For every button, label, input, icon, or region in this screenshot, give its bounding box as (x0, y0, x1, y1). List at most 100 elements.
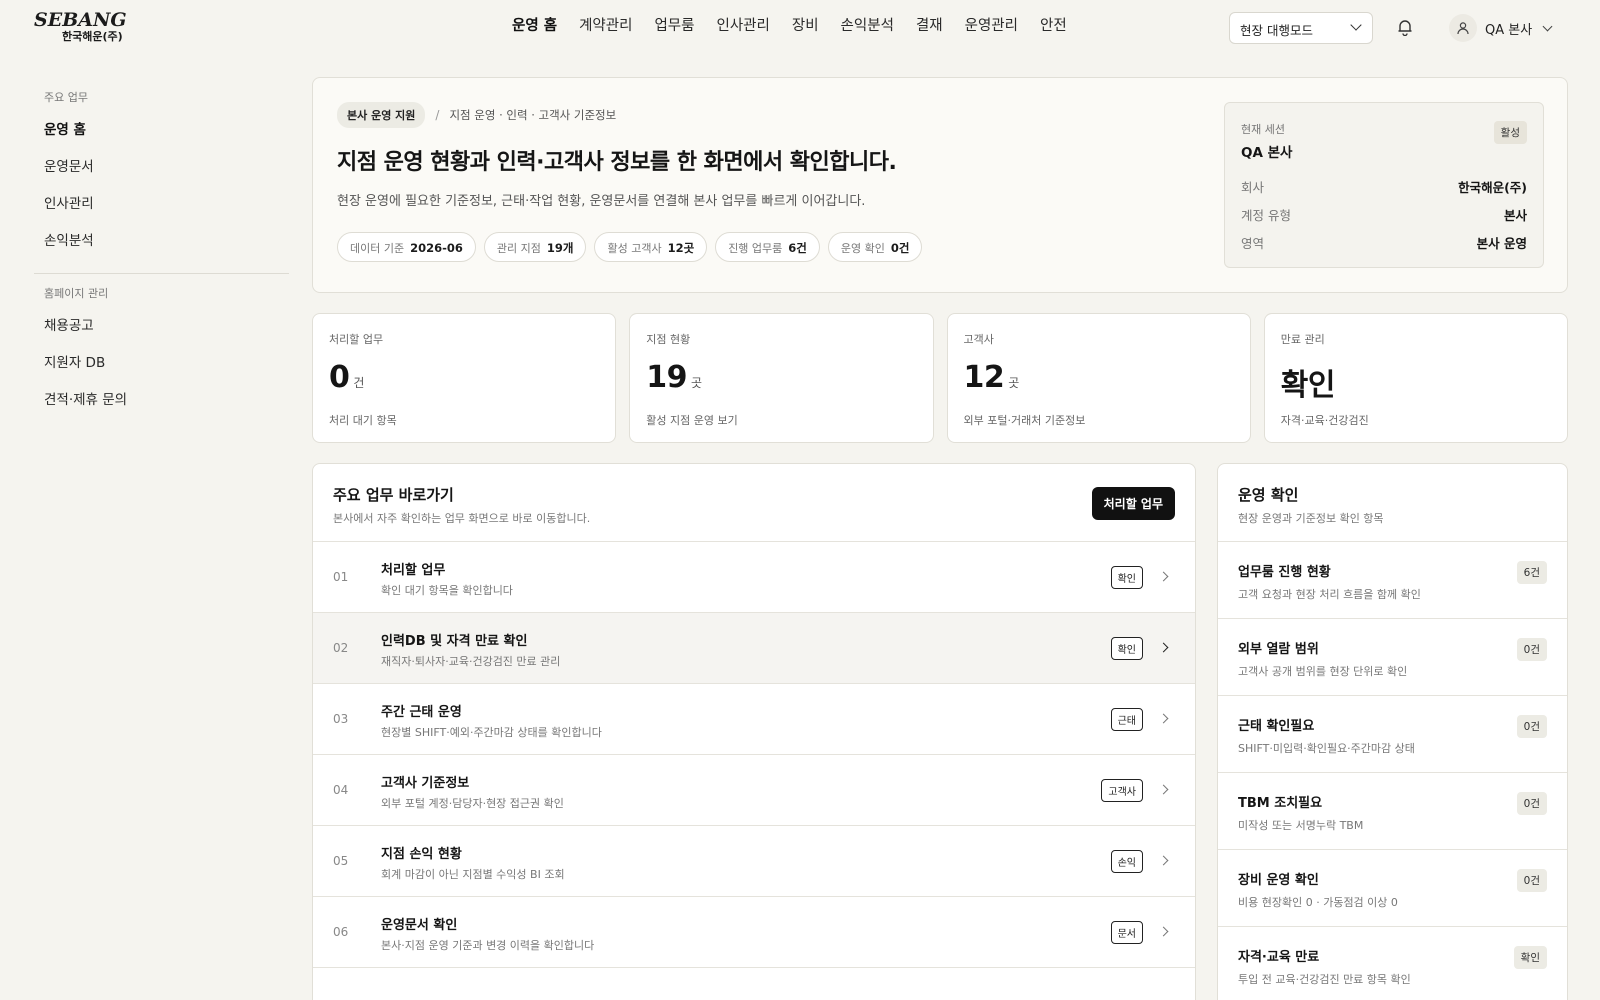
top-bar: SEBANG 한국해운(주) 운영 홈 계약관리 업무룸 인사관리 장비 손익분… (0, 0, 1600, 56)
sidebar-item-job-posts[interactable]: 채용공고 (44, 316, 289, 336)
chip-label: 활성 고객사 (607, 242, 662, 255)
stat-cards: 처리할 업무 0건 처리 대기 항목 지점 현황 19 곳 활성 지점 운영 보기… (312, 313, 1568, 443)
user-menu[interactable]: QA 본사 (1449, 14, 1553, 42)
chevron-down-icon (1542, 21, 1553, 31)
list-item[interactable]: 외부 열람 범위 고객사 공개 범위를 현장 단위로 확인 0건 (1218, 619, 1567, 696)
nav-approval[interactable]: 결재 (916, 15, 943, 37)
ops-row-subtitle: 고객사 공개 범위를 현장 단위로 확인 (1238, 665, 1408, 678)
chip-clients: 활성 고객사 12곳 (594, 232, 708, 262)
breadcrumb-path: 지점 운영 · 인력 · 고객사 기준정보 (449, 108, 617, 122)
list-item[interactable]: 03 주간 근태 운영 현장별 SHIFT·예외·주간마감 상태를 확인합니다 … (313, 684, 1195, 755)
stat-sub: 처리 대기 항목 (329, 414, 397, 427)
row-subtitle: 확인 대기 항목을 확인합니다 (381, 584, 513, 597)
mode-select[interactable]: 현장 대행모드 (1229, 12, 1373, 44)
list-item[interactable]: 02 인력DB 및 자격 만료 확인 재직자·퇴사자·교육·건강검진 만료 관리… (313, 613, 1195, 684)
shortcuts-header: 주요 업무 바로가기 본사에서 자주 확인하는 업무 화면으로 바로 이동합니다… (313, 464, 1195, 542)
row-number: 06 (333, 925, 349, 939)
nav-pnl[interactable]: 손익분석 (841, 15, 894, 37)
sidebar-item-ops-docs[interactable]: 운영문서 (44, 157, 289, 177)
list-item[interactable]: 장비 운영 확인 비용 현장확인 0 · 가동점검 이상 0 0건 (1218, 850, 1567, 927)
session-row-account-type: 계정 유형 본사 (1241, 205, 1527, 224)
company-logo[interactable]: SEBANG 한국해운(주) (34, 10, 134, 46)
bell-icon[interactable] (1396, 18, 1414, 37)
session-row-area: 영역 본사 운영 (1241, 233, 1527, 252)
session-value: 본사 운영 (1476, 236, 1527, 251)
sidebar-item-ops-home[interactable]: 운영 홈 (44, 120, 289, 140)
sidebar-item-applicant-db[interactable]: 지원자 DB (44, 353, 289, 373)
count-badge: 0건 (1516, 638, 1547, 661)
stat-value: 확인 (1281, 360, 1339, 404)
nav-contracts[interactable]: 계약관리 (579, 15, 632, 37)
chevron-right-icon (1158, 926, 1169, 937)
count-badge: 0건 (1516, 792, 1547, 815)
chip-label: 운영 확인 (840, 242, 885, 255)
ops-row-subtitle: 비용 현장확인 0 · 가동점검 이상 0 (1238, 896, 1398, 909)
stat-value: 12 곳 (964, 360, 1020, 395)
session-label: 현재 세션 (1241, 123, 1285, 136)
nav-equipment[interactable]: 장비 (792, 15, 819, 37)
list-item[interactable]: 06 운영문서 확인 본사·지점 운영 기준과 변경 이력을 확인합니다 문서 (313, 897, 1195, 968)
nav-safety[interactable]: 안전 (1040, 15, 1067, 37)
chip-value: 12곳 (667, 241, 695, 255)
row-subtitle: 회계 마감이 아닌 지점별 수익성 BI 조회 (381, 868, 565, 881)
chip-value: 19개 (546, 241, 574, 255)
session-key: 영역 (1241, 236, 1265, 251)
session-key: 계정 유형 (1241, 208, 1291, 223)
row-subtitle: 외부 포털 계정·담당자·현장 접근권 확인 (381, 797, 564, 810)
logo-subtitle: 한국해운(주) (62, 30, 123, 43)
row-tag: 확인 (1110, 566, 1143, 589)
list-item[interactable]: 업무룸 진행 현황 고객 요청과 현장 처리 흐름을 함께 확인 6건 (1218, 542, 1567, 619)
stat-sub: 자격·교육·건강검진 (1280, 414, 1369, 427)
sidebar-item-pnl[interactable]: 손익분석 (44, 231, 289, 251)
breadcrumb-badge[interactable]: 본사 운영 지원 (337, 102, 426, 128)
list-item[interactable]: 근태 확인필요 SHIFT·미입력·확인필요·주간마감 상태 0건 (1218, 696, 1567, 773)
page-description: 현장 운영에 필요한 기준정보, 근태·작업 현황, 운영문서를 연결해 본사 … (337, 194, 866, 209)
stat-value: 19 곳 (646, 360, 702, 395)
list-item[interactable]: 05 지점 손익 현황 회계 마감이 아닌 지점별 수익성 BI 조회 손익 (313, 826, 1195, 897)
chip-value: 2026-06 (410, 241, 463, 255)
chip-ops-check: 운영 확인 0건 (827, 232, 923, 262)
count-badge: 6건 (1516, 561, 1547, 584)
list-item[interactable]: 자격·교육 만료 투입 전 교육·건강검진 만료 항목 확인 확인 (1218, 927, 1567, 1000)
sidebar-item-inquiries[interactable]: 견적·제휴 문의 (44, 390, 289, 410)
stat-unit: 곳 (1008, 376, 1019, 390)
nav-ops-management[interactable]: 운영관리 (965, 15, 1018, 37)
list-item[interactable]: 04 고객사 기준정보 외부 포털 계정·담당자·현장 접근권 확인 고객사 (313, 755, 1195, 826)
sidebar-group-title: 주요 업무 (44, 91, 88, 104)
stat-card-pending-tasks[interactable]: 처리할 업무 0건 처리 대기 항목 (312, 313, 617, 443)
nav-ops-home[interactable]: 운영 홈 (512, 15, 557, 37)
row-title: 주간 근태 운영 (381, 705, 462, 720)
chevron-right-icon (1158, 784, 1169, 795)
sidebar-item-hr[interactable]: 인사관리 (44, 194, 289, 214)
page-title: 지점 운영 현황과 인력·고객사 정보를 한 화면에서 확인합니다. (337, 150, 897, 175)
list-item[interactable]: 01 처리할 업무 확인 대기 항목을 확인합니다 확인 (313, 542, 1195, 613)
pending-tasks-button[interactable]: 처리할 업무 (1091, 487, 1175, 520)
row-tag: 문서 (1110, 921, 1143, 944)
chip-branches: 관리 지점 19개 (483, 232, 587, 262)
stat-sub: 외부 포털·거래처 기준정보 (963, 414, 1086, 427)
chip-label: 관리 지점 (496, 242, 541, 255)
stat-label: 지점 현황 (646, 333, 691, 346)
chevron-down-icon (1350, 19, 1362, 31)
user-icon (1449, 14, 1477, 42)
nav-workroom[interactable]: 업무룸 (654, 15, 694, 37)
chip-value: 0건 (890, 241, 910, 255)
chevron-right-icon (1158, 642, 1169, 653)
stat-card-clients[interactable]: 고객사 12 곳 외부 포털·거래처 기준정보 (946, 313, 1251, 443)
list-item[interactable]: TBM 조치필요 미작성 또는 서명누락 TBM 0건 (1218, 773, 1567, 850)
chevron-right-icon (1158, 571, 1169, 582)
stat-number: 0 (329, 360, 350, 395)
chip-label: 데이터 기준 (350, 242, 405, 255)
stat-label: 만료 관리 (1280, 333, 1325, 346)
ops-row-subtitle: 고객 요청과 현장 처리 흐름을 함께 확인 (1238, 588, 1421, 601)
ops-row-title: 장비 운영 확인 (1238, 873, 1319, 888)
stat-card-branches[interactable]: 지점 현황 19 곳 활성 지점 운영 보기 (629, 313, 934, 443)
row-tag: 확인 (1110, 637, 1143, 660)
stat-card-expiry[interactable]: 만료 관리 확인 자격·교육·건강검진 (1263, 313, 1568, 443)
nav-hr[interactable]: 인사관리 (716, 15, 769, 37)
breadcrumb: 본사 운영 지원 / 지점 운영 · 인력 · 고객사 기준정보 (337, 102, 616, 128)
chip-data-basis: 데이터 기준 2026-06 (337, 232, 476, 262)
summary-chips: 데이터 기준 2026-06 관리 지점 19개 활성 고객사 12곳 진행 업무룸 6… (337, 232, 923, 262)
ops-row-title: 업무룸 진행 현황 (1238, 565, 1331, 580)
row-title: 처리할 업무 (381, 563, 446, 578)
